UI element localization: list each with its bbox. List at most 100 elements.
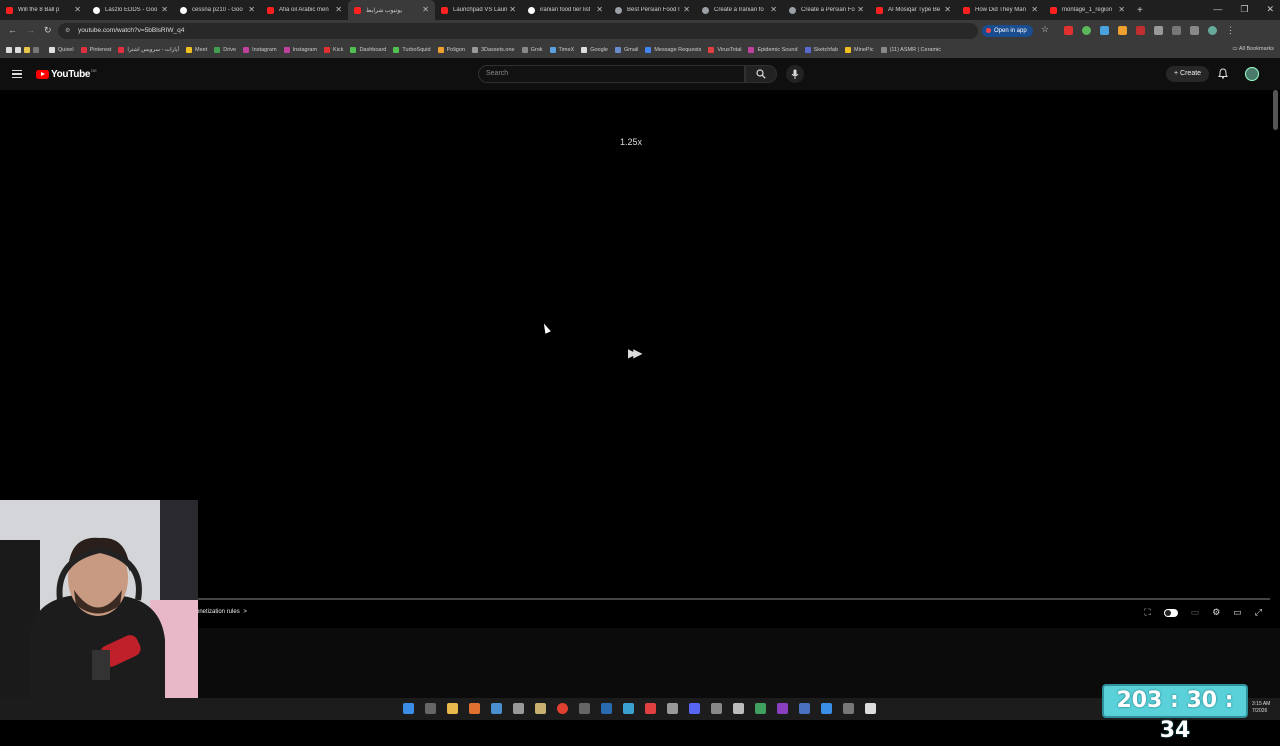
browser-tab[interactable]: Launchpad VS Laun ✕	[435, 0, 522, 20]
forward-icon[interactable]: →	[26, 25, 35, 35]
bookmark-item[interactable]: Sketchfab	[804, 47, 838, 53]
search-input[interactable]: Search	[478, 65, 745, 83]
browser-tab[interactable]: montage_1_region ✕	[1044, 0, 1131, 20]
back-icon[interactable]: ←	[8, 25, 17, 35]
bookmark-item[interactable]: Google	[581, 47, 608, 53]
extension-icon[interactable]	[1190, 26, 1199, 35]
browser-tab[interactable]: یوتیوب شرایط ✕	[348, 0, 435, 20]
account-avatar[interactable]	[1245, 67, 1259, 81]
extensions-puzzle-icon[interactable]	[1154, 26, 1163, 35]
browser-tab[interactable]: Will the 8 Ball p ✕	[0, 0, 87, 20]
app-icon[interactable]	[799, 703, 810, 714]
page-scrollbar[interactable]	[1273, 90, 1278, 130]
app-icon[interactable]	[821, 703, 832, 714]
bookmark-item[interactable]: TimeX	[549, 47, 574, 53]
create-button[interactable]: + Create	[1166, 66, 1210, 82]
close-tab-icon[interactable]: ✕	[1118, 5, 1125, 15]
rider-icon[interactable]	[777, 703, 788, 714]
app-icon[interactable]	[843, 703, 854, 714]
close-tab-icon[interactable]: ✕	[509, 5, 516, 15]
close-window-icon[interactable]: ✕	[1266, 4, 1274, 15]
bookmark-item[interactable]: Instagram	[283, 47, 317, 53]
bookmark-item[interactable]: (11) ASMR | Ceramic	[880, 47, 941, 53]
maximize-icon[interactable]: ❐	[1240, 4, 1248, 15]
browser-tab[interactable]: Create a Persian Fo ✕	[783, 0, 870, 20]
extension-icon[interactable]	[1064, 26, 1073, 35]
bookmark-item[interactable]: MinePic	[845, 47, 874, 53]
close-tab-icon[interactable]: ✕	[596, 5, 603, 15]
bookmark-item[interactable]: TurboSquid	[393, 47, 431, 53]
steam-icon[interactable]	[601, 703, 612, 714]
autoplay-toggle[interactable]	[1163, 608, 1178, 617]
app-icon[interactable]	[623, 703, 634, 714]
profile-icon[interactable]	[1208, 26, 1217, 35]
app-icon[interactable]	[535, 703, 546, 714]
voice-search-button[interactable]	[786, 65, 804, 83]
extension-icon[interactable]	[1118, 26, 1127, 35]
close-tab-icon[interactable]: ✕	[683, 5, 690, 15]
bookmark-item[interactable]: 3Dassets.one	[471, 47, 515, 53]
app-icon[interactable]	[733, 703, 744, 714]
bookmark-star-icon[interactable]: ☆	[1041, 24, 1049, 35]
app-icon[interactable]	[579, 703, 590, 714]
close-tab-icon[interactable]: ✕	[422, 5, 429, 15]
app-icon[interactable]	[645, 703, 656, 714]
bookmark-item[interactable]: Drive	[214, 47, 236, 53]
bookmark-item[interactable]: VirusTotal	[708, 47, 741, 53]
browser-menu-icon[interactable]: ⋮	[1226, 26, 1235, 35]
close-tab-icon[interactable]: ✕	[248, 5, 255, 15]
app-icon[interactable]	[491, 703, 502, 714]
settings-app-icon[interactable]	[513, 703, 524, 714]
bookmark-item[interactable]: Dashboard	[350, 47, 386, 53]
browser-tab[interactable]: cessna p210 - Goo ✕	[174, 0, 261, 20]
app-icon[interactable]	[755, 703, 766, 714]
settings-gear-icon[interactable]: ⚙	[1212, 607, 1220, 618]
monetization-chapter-link[interactable]: onetization rules >	[196, 609, 247, 615]
close-tab-icon[interactable]: ✕	[1031, 5, 1038, 15]
file-explorer-icon[interactable]	[447, 703, 458, 714]
bookmark-item[interactable]: Instagram	[243, 47, 277, 53]
bookmark-item[interactable]: Pinterest	[80, 47, 111, 53]
apps-icon[interactable]	[6, 47, 42, 53]
bookmark-item[interactable]: Gmail	[614, 47, 638, 53]
close-tab-icon[interactable]: ✕	[857, 5, 864, 15]
bookmark-item[interactable]: Message Requests	[645, 47, 701, 53]
new-tab-button[interactable]: +	[1137, 5, 1143, 16]
chrome-icon[interactable]	[557, 703, 568, 714]
browser-tab[interactable]: Best Persian Food I ✕	[609, 0, 696, 20]
extension-icon[interactable]	[1136, 26, 1145, 35]
app-icon[interactable]	[865, 703, 876, 714]
close-tab-icon[interactable]: ✕	[161, 5, 168, 15]
windows-start-icon[interactable]	[403, 703, 414, 714]
site-info-icon[interactable]: ⚙	[65, 23, 70, 39]
discord-icon[interactable]	[689, 703, 700, 714]
bookmark-item[interactable]: Poligon	[437, 47, 465, 53]
extension-icon[interactable]	[1082, 26, 1091, 35]
youtube-logo[interactable]: YouTube DE	[36, 68, 97, 80]
browser-tab[interactable]: Afia oil Arabic men ✕	[261, 0, 348, 20]
miniplayer-select-icon[interactable]: ⛶	[1144, 607, 1150, 618]
app-icon[interactable]	[667, 703, 678, 714]
open-in-app-button[interactable]: Open in app	[982, 25, 1033, 37]
close-tab-icon[interactable]: ✕	[335, 5, 342, 15]
notifications-bell-icon[interactable]	[1218, 68, 1228, 82]
close-tab-icon[interactable]: ✕	[944, 5, 951, 15]
theater-mode-icon[interactable]: ▭	[1233, 607, 1242, 618]
bookmark-item[interactable]: Meet	[186, 47, 207, 53]
close-tab-icon[interactable]: ✕	[770, 5, 777, 15]
browser-tab[interactable]: AI Mosiqar Type Be ✕	[870, 0, 957, 20]
close-tab-icon[interactable]: ✕	[74, 5, 81, 15]
bookmark-item[interactable]: Grok	[521, 47, 543, 53]
search-button[interactable]	[745, 65, 777, 83]
bookmark-item[interactable]: Kick	[324, 47, 343, 53]
browser-tab[interactable]: iranian food tier list ✕	[522, 0, 609, 20]
task-view-icon[interactable]	[425, 703, 436, 714]
minimize-icon[interactable]: —	[1213, 4, 1222, 15]
bookmark-item[interactable]: آپارات - سرویس اشترا	[118, 47, 179, 53]
extension-icon[interactable]	[1172, 26, 1181, 35]
search-app-icon[interactable]	[469, 703, 480, 714]
subtitles-icon[interactable]: ▭	[1191, 607, 1200, 618]
browser-tab[interactable]: How Did They Man ✕	[957, 0, 1044, 20]
menu-icon[interactable]	[12, 70, 22, 80]
bookmark-item[interactable]: Epidemic Sound	[748, 47, 798, 53]
